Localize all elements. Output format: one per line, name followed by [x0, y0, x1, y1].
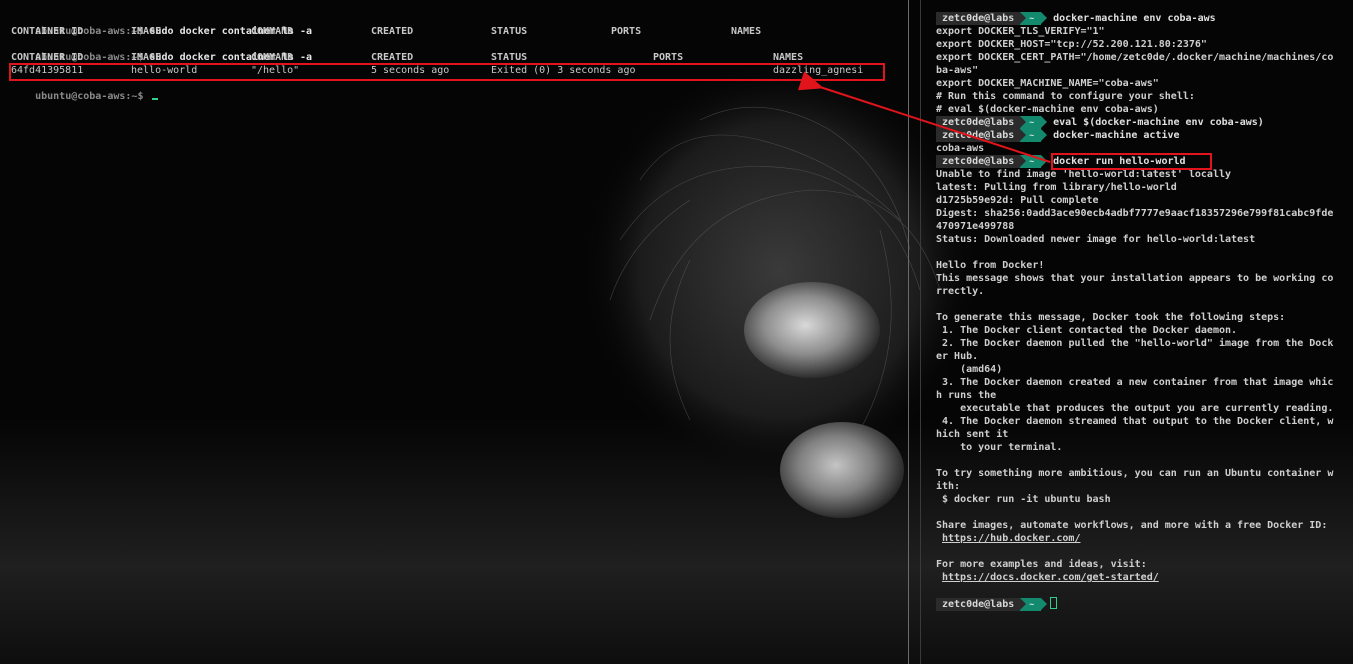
header-container-id: CONTAINER ID	[11, 26, 84, 37]
output-line: https://docs.docker.com/get-started/	[936, 571, 1159, 584]
header-ports: PORTS	[611, 26, 642, 37]
output-line: coba-aws	[936, 143, 985, 154]
prompt-user-segment: zetc0de@labs	[936, 155, 1021, 168]
output-line: d1725b59e92d: Pull complete	[936, 195, 1099, 206]
prompt-dir-segment: ~	[1020, 129, 1047, 142]
output-line: # Run this command to configure your she…	[936, 91, 1195, 102]
header-status: STATUS	[491, 26, 528, 37]
output-line: (amd64)	[936, 364, 1003, 375]
output-line: https://hub.docker.com/	[936, 532, 1080, 545]
output-line: ith:	[936, 481, 961, 492]
output-line: # eval $(docker-machine env coba-aws)	[936, 104, 1159, 115]
output-line: 1. The Docker client contacted the Docke…	[936, 325, 1238, 336]
output-line: hich sent it	[936, 429, 1009, 440]
header-created: CREATED	[371, 26, 414, 37]
output-line: To try something more ambitious, you can…	[936, 468, 1334, 479]
output-line: 470971e499788	[936, 221, 1015, 232]
output-line: To generate this message, Docker took th…	[936, 312, 1286, 323]
cursor-icon	[1050, 597, 1058, 609]
prompt-dir-segment: ~	[1020, 12, 1047, 25]
prompt-user-segment: zetc0de@labs	[936, 12, 1021, 25]
output-line: export DOCKER_HOST="tcp://52.200.121.80:…	[936, 39, 1207, 50]
command-text: docker-machine active	[1053, 130, 1180, 141]
prompt-dir-segment: ~	[1020, 155, 1047, 168]
prompt-user-segment: zetc0de@labs	[936, 129, 1021, 142]
prompt-dir-segment: ~	[1020, 116, 1047, 129]
header-image: IMAGE	[131, 26, 162, 37]
output-line: latest: Pulling from library/hello-world	[936, 182, 1177, 193]
output-line: 3. The Docker daemon created a new conta…	[936, 377, 1334, 388]
output-line: For more examples and ideas, visit:	[936, 559, 1147, 570]
url-link[interactable]: https://docs.docker.com/get-started/	[942, 572, 1159, 583]
output-line: This message shows that your installatio…	[936, 273, 1334, 284]
terminal-line-3: ubuntu@coba-aws:~$ sudo docker container…	[11, 38, 312, 63]
output-line: $ docker run -it ubuntu bash	[936, 494, 1111, 505]
header-names: NAMES	[731, 26, 762, 37]
output-line: executable that produces the output you …	[936, 403, 1334, 414]
output-line: export DOCKER_TLS_VERIFY="1"	[936, 26, 1105, 37]
shell-prompt: ubuntu@coba-aws:~$	[35, 91, 144, 102]
output-line: to your terminal.	[936, 442, 1063, 453]
command-text: eval $(docker-machine env coba-aws)	[1053, 117, 1264, 128]
output-line: Status: Downloaded newer image for hello…	[936, 234, 1256, 245]
annotation-box-run-command	[1051, 153, 1212, 170]
table-header-row: CONTAINER ID IMAGE COMMAND CREATED STATU…	[11, 25, 901, 38]
output-line: Digest: sha256:0add3ace90ecb4adbf7777e9a…	[936, 208, 1334, 219]
output-line: export DOCKER_CERT_PATH="/home/zetc0de/.…	[936, 52, 1334, 63]
prompt-line: zetc0de@labs ~ docker-machine env coba-aws	[936, 12, 1216, 25]
output-line: Share images, automate workflows, and mo…	[936, 520, 1328, 531]
prompt-line: zetc0de@labs ~ docker-machine active	[936, 129, 1180, 142]
prompt-user-segment: zetc0de@labs	[936, 116, 1021, 129]
header-command: COMMAND	[251, 26, 294, 37]
right-terminal[interactable]: zetc0de@labs ~ docker-machine env coba-aws…	[921, 0, 1353, 664]
pane-divider[interactable]	[908, 0, 909, 664]
output-line: 4. The Docker daemon streamed that outpu…	[936, 416, 1334, 427]
left-terminal[interactable]: ubuntu@coba-aws:~$ sudo docker container…	[0, 0, 908, 664]
url-link[interactable]: https://hub.docker.com/	[942, 533, 1080, 544]
output-line: ba-aws"	[936, 65, 979, 76]
output-line: Hello from Docker!	[936, 260, 1045, 271]
output-line: 2. The Docker daemon pulled the "hello-w…	[936, 338, 1334, 349]
prompt-user-segment: zetc0de@labs	[936, 598, 1021, 611]
cursor-icon	[151, 98, 158, 100]
prompt-dir-segment: ~	[1020, 598, 1047, 611]
annotation-box-container-row	[9, 63, 885, 81]
command-text: docker-machine env coba-aws	[1053, 13, 1216, 24]
terminal-line-1: ubuntu@coba-aws:~$ sudo docker container…	[11, 12, 312, 37]
output-line: rrectly.	[936, 286, 985, 297]
output-line: export DOCKER_MACHINE_NAME="coba-aws"	[936, 78, 1159, 89]
output-line: er Hub.	[936, 351, 979, 362]
prompt-line: zetc0de@labs ~ eval $(docker-machine env c…	[936, 116, 1264, 129]
prompt-line: zetc0de@labs ~	[936, 597, 1058, 611]
output-line: h runs the	[936, 390, 997, 401]
